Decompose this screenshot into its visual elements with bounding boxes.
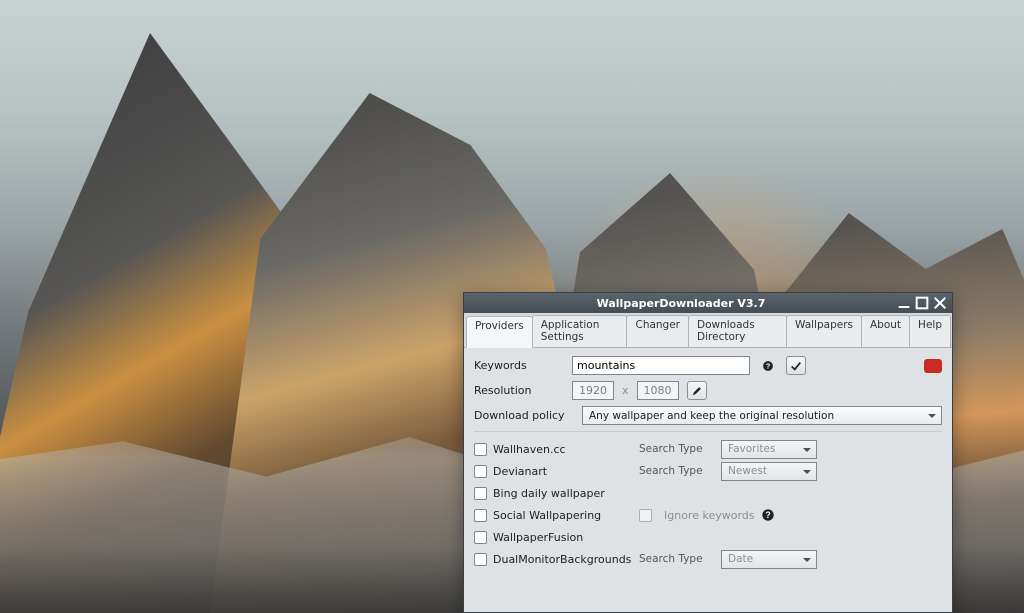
provider-checkbox[interactable]: [474, 487, 487, 500]
tab-content-providers: Keywords ? Resolution x: [464, 348, 952, 612]
provider-row-dualmonitor: DualMonitorBackgrounds Search Type Date: [474, 548, 942, 570]
resolution-row: Resolution x: [474, 381, 942, 400]
tab-changer[interactable]: Changer: [626, 315, 689, 347]
provider-name: Wallhaven.cc: [493, 443, 639, 456]
search-type-label: Search Type: [639, 553, 721, 565]
help-icon: ?: [762, 360, 774, 372]
provider-name: Bing daily wallpaper: [493, 487, 639, 500]
provider-name: WallpaperFusion: [493, 531, 639, 544]
minimize-icon: [896, 295, 912, 311]
keywords-label: Keywords: [474, 359, 564, 372]
resolution-edit-button[interactable]: [687, 381, 707, 400]
status-indicator: [924, 359, 942, 373]
keywords-input[interactable]: [572, 356, 750, 375]
provider-row-wallpaperfusion: WallpaperFusion: [474, 526, 942, 548]
resolution-label: Resolution: [474, 384, 564, 397]
tab-providers[interactable]: Providers: [466, 316, 533, 348]
download-policy-dropdown[interactable]: Any wallpaper and keep the original reso…: [582, 406, 942, 425]
provider-row-devianart: Devianart Search Type Newest: [474, 460, 942, 482]
provider-checkbox[interactable]: [474, 553, 487, 566]
provider-name: Devianart: [493, 465, 639, 478]
tab-application-settings[interactable]: Application Settings: [532, 315, 628, 347]
tab-about[interactable]: About: [861, 315, 910, 347]
divider: [474, 431, 942, 432]
app-window: WallpaperDownloader V3.7 Providers Appli…: [463, 292, 953, 613]
provider-row-social-wallpapering: Social Wallpapering Ignore keywords ?: [474, 504, 942, 526]
ignore-keywords-checkbox[interactable]: [639, 509, 652, 522]
tab-downloads-directory[interactable]: Downloads Directory: [688, 315, 787, 347]
provider-checkbox[interactable]: [474, 443, 487, 456]
desktop-background: WallpaperDownloader V3.7 Providers Appli…: [0, 0, 1024, 613]
close-icon: [932, 295, 948, 311]
tab-bar: Providers Application Settings Changer D…: [464, 313, 952, 348]
resolution-separator: x: [622, 384, 629, 397]
maximize-button[interactable]: [914, 296, 930, 310]
download-policy-label: Download policy: [474, 409, 574, 422]
search-type-label: Search Type: [639, 443, 721, 455]
help-icon[interactable]: ?: [761, 508, 775, 522]
svg-text:?: ?: [766, 361, 771, 370]
provider-checkbox[interactable]: [474, 509, 487, 522]
keywords-row: Keywords ?: [474, 356, 942, 375]
download-policy-row: Download policy Any wallpaper and keep t…: [474, 406, 942, 425]
resolution-height-input[interactable]: [637, 381, 679, 400]
tab-help[interactable]: Help: [909, 315, 951, 347]
close-button[interactable]: [932, 296, 948, 310]
svg-text:?: ?: [765, 510, 770, 520]
ignore-keywords-label: Ignore keywords: [664, 509, 755, 522]
search-type-dropdown[interactable]: Favorites: [721, 440, 817, 459]
maximize-icon: [914, 295, 930, 311]
resolution-width-input[interactable]: [572, 381, 614, 400]
tab-wallpapers[interactable]: Wallpapers: [786, 315, 862, 347]
check-icon: [790, 360, 802, 372]
pencil-icon: [691, 385, 703, 397]
download-policy-value: Any wallpaper and keep the original reso…: [589, 410, 834, 422]
keywords-help-button[interactable]: ?: [758, 356, 778, 375]
provider-row-wallhaven: Wallhaven.cc Search Type Favorites: [474, 438, 942, 460]
search-type-dropdown[interactable]: Newest: [721, 462, 817, 481]
provider-name: DualMonitorBackgrounds: [493, 553, 639, 566]
keywords-apply-button[interactable]: [786, 356, 806, 375]
search-type-label: Search Type: [639, 465, 721, 477]
window-title: WallpaperDownloader V3.7: [468, 297, 894, 310]
provider-checkbox[interactable]: [474, 465, 487, 478]
provider-name: Social Wallpapering: [493, 509, 639, 522]
provider-checkbox[interactable]: [474, 531, 487, 544]
minimize-button[interactable]: [896, 296, 912, 310]
provider-row-bing: Bing daily wallpaper: [474, 482, 942, 504]
search-type-dropdown[interactable]: Date: [721, 550, 817, 569]
titlebar[interactable]: WallpaperDownloader V3.7: [464, 293, 952, 313]
